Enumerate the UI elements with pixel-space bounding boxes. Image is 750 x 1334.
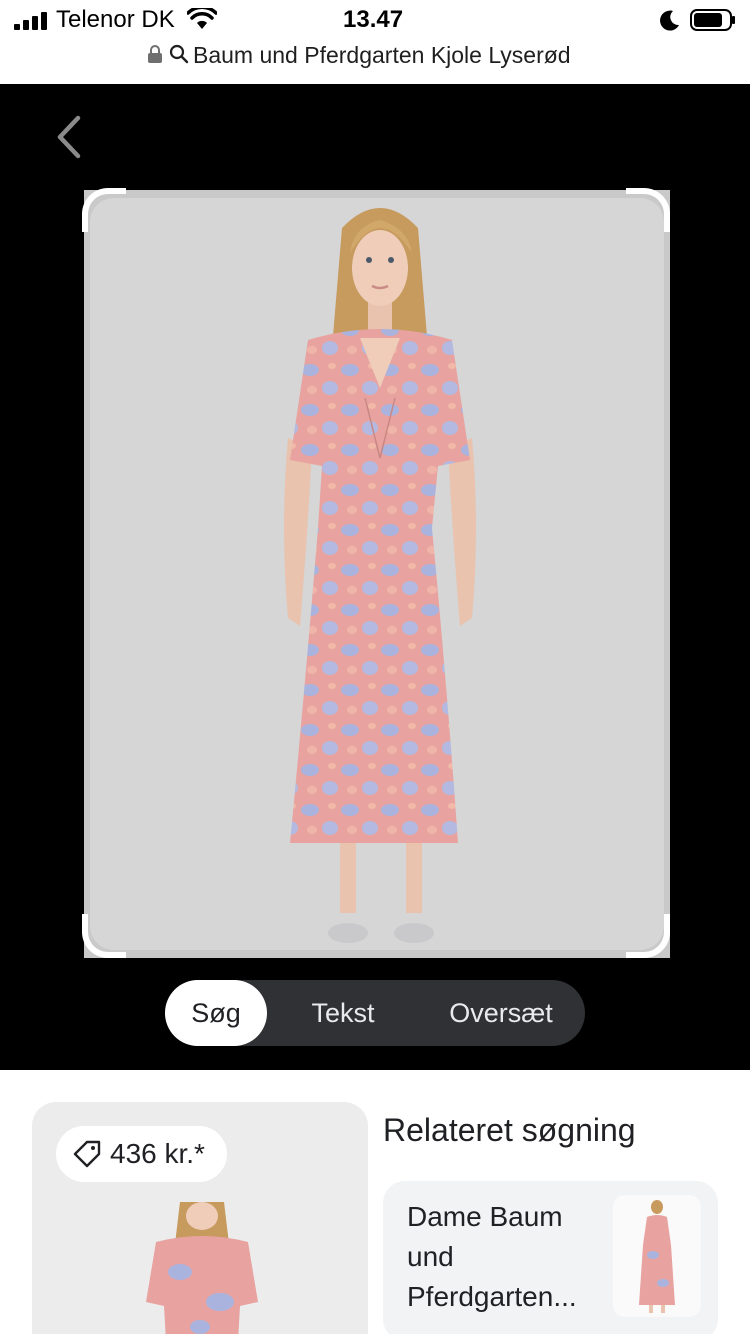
battery-icon xyxy=(690,9,735,31)
product-result-card[interactable]: 436 kr.* xyxy=(32,1102,368,1334)
chevron-left-icon[interactable] xyxy=(52,114,86,160)
search-icon xyxy=(169,44,189,64)
price-text: 436 kr.* xyxy=(110,1138,205,1169)
lens-viewer: Søg Tekst Oversæt xyxy=(0,84,750,1070)
signal-icon xyxy=(14,12,47,30)
tab-translate[interactable]: Oversæt xyxy=(423,980,579,1046)
address-bar[interactable]: Baum und Pferdgarten Kjole Lyserød xyxy=(0,40,750,84)
status-time: 13.47 xyxy=(343,6,404,33)
tab-text[interactable]: Tekst xyxy=(285,980,401,1046)
results-sheet: 436 kr.* Relateret søgning Dame Baum und… xyxy=(0,1070,750,1334)
tab-search[interactable]: Søg xyxy=(165,980,267,1046)
product-thumbnail-image xyxy=(146,1202,258,1334)
status-bar: Telenor DK 13.47 xyxy=(0,0,750,40)
wifi-icon xyxy=(187,8,217,29)
moon-icon xyxy=(660,10,679,31)
related-search-thumbnail xyxy=(613,1195,701,1317)
related-model-image xyxy=(639,1200,675,1313)
related-search-query: Dame Baum und Pferdgarten... xyxy=(407,1201,577,1312)
related-search-heading: Relateret søgning xyxy=(383,1112,636,1148)
product-photo[interactable] xyxy=(84,190,670,958)
lock-icon xyxy=(148,45,162,63)
price-badge: 436 kr.* xyxy=(56,1126,227,1182)
lens-mode-tabs: Søg Tekst Oversæt xyxy=(165,980,585,1046)
photo-crop-area[interactable] xyxy=(90,198,664,950)
carrier-name: Telenor DK xyxy=(56,6,175,33)
model-in-dress-image xyxy=(284,208,476,943)
tag-icon xyxy=(73,1140,101,1168)
search-query-text[interactable]: Baum und Pferdgarten Kjole Lyserød xyxy=(193,42,571,69)
related-search-card[interactable]: Dame Baum und Pferdgarten... xyxy=(383,1181,718,1334)
